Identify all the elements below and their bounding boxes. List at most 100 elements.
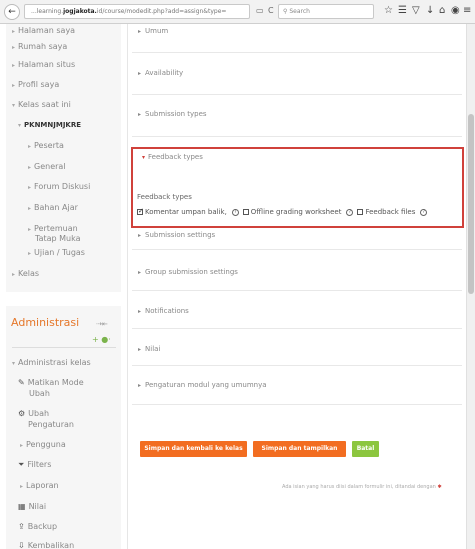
nav-item-ujian-tugas[interactable]: ▸ Ujian / Tugas [28, 248, 85, 257]
feedback-types-highlight: ▾Feedback types Feedback types Komentar … [131, 147, 464, 228]
checkbox-offline-grading[interactable] [242, 209, 249, 215]
url-path: id/course/modedit.php?add=assign&type= [96, 8, 227, 15]
nav-item-halaman-saya[interactable]: ▸ Halaman saya [12, 26, 75, 35]
help-icon[interactable]: ? [346, 208, 354, 216]
star-icon[interactable]: ☆ [384, 5, 393, 16]
refresh-icon[interactable]: C [268, 6, 274, 15]
required-icon: ✱ [437, 484, 442, 490]
admin-item-matikan-mode-2[interactable]: Ubah [29, 389, 50, 398]
section-submission-types[interactable]: ▸ Submission types [138, 110, 207, 118]
address-bar[interactable]: ...learning.jogjakota.id/course/modedit.… [24, 4, 250, 19]
divider [132, 290, 462, 291]
divider [132, 136, 462, 137]
admin-item-backup[interactable]: ⇪ Backup [18, 522, 57, 531]
search-placeholder: Search [289, 8, 310, 15]
chevron-right-icon: ▸ [138, 308, 142, 315]
divider [132, 249, 462, 250]
dock-icon[interactable]: ⇢⇤ [96, 320, 108, 328]
divider [132, 94, 462, 95]
admin-item-pengguna[interactable]: ▸ Pengguna [20, 440, 66, 449]
chevron-right-icon: ▸ [138, 111, 142, 118]
admin-item-nilai[interactable]: ▦ Nilai [18, 502, 46, 511]
nav-item-rumah-saya[interactable]: ▸ Rumah saya [12, 42, 67, 51]
required-note: Ada isian yang harus diisi dalam formuli… [282, 484, 442, 490]
feedback-options-row: Komentar umpan balik, ? Offline grading … [137, 207, 431, 216]
section-feedback-types[interactable]: ▾ Feedback types [142, 153, 203, 161]
pencil-icon: ✎ [18, 378, 25, 387]
help-icon[interactable]: ? [420, 208, 428, 216]
label-feedback-files: Feedback files [365, 208, 416, 216]
url-host: jogjakota. [63, 8, 97, 15]
section-nilai[interactable]: ▸ Nilai [138, 345, 160, 353]
checkbox-feedback-files[interactable] [357, 209, 364, 215]
feedback-types-label: Feedback types [137, 193, 192, 201]
chevron-right-icon: ▸ [138, 70, 142, 77]
extension-icon[interactable]: ◉ [451, 5, 460, 16]
checkbox-komentar[interactable] [137, 207, 144, 215]
admin-item-filters[interactable]: ⏷ Filters [18, 460, 51, 470]
nav-item-halaman-situs[interactable]: ▸ Halaman situs [12, 60, 75, 69]
section-pengaturan-modul[interactable]: ▸ Pengaturan modul yang umumnya [138, 381, 267, 389]
add-block-icon[interactable]: + ●· [92, 335, 111, 344]
admin-item-pengaturan[interactable]: Pengaturan [28, 420, 74, 429]
label-komentar: Komentar umpan balik [145, 208, 225, 216]
divider [132, 404, 462, 405]
restore-icon: ⇩ [18, 541, 25, 549]
download-icon[interactable]: ↓ [426, 5, 434, 16]
url-prefix: ...learning. [31, 8, 64, 15]
chevron-right-icon: ▸ [138, 382, 142, 389]
pocket-icon[interactable]: ▽ [412, 5, 420, 16]
navigation-block: ▸ Halaman saya ▸ Rumah saya ▸ Halaman situs… [6, 24, 121, 292]
nav-item-profil-saya[interactable]: ▸ Profil saya [12, 80, 59, 89]
chevron-down-icon: ▾ [142, 154, 146, 161]
admin-item-kembalikan[interactable]: ⇩ Kembalikan [18, 541, 74, 549]
home-icon[interactable]: ⌂ [439, 5, 445, 16]
admin-item-ubah-pengaturan[interactable]: ⚙ Ubah [18, 409, 49, 418]
help-icon[interactable]: ? [231, 208, 239, 216]
divider [12, 347, 116, 348]
nav-item-pertemuan[interactable]: ▸ Pertemuan [28, 224, 78, 233]
nav-item-kelas-saat-ini[interactable]: ▾ Kelas saat ini [12, 100, 71, 109]
label-offline-grading: Offline grading worksheet [250, 208, 342, 216]
chevron-right-icon: ▸ [138, 346, 142, 353]
filter-icon: ⏷ [18, 460, 25, 469]
upload-icon: ⇪ [18, 522, 25, 531]
section-submission-settings[interactable]: ▸ Submission settings [138, 231, 215, 239]
divider [132, 328, 462, 329]
chevron-right-icon: ▸ [138, 269, 142, 276]
section-availability[interactable]: ▸ Availability [138, 69, 183, 77]
cancel-button[interactable]: Batal [352, 441, 379, 457]
admin-item-laporan[interactable]: ▸ Laporan [20, 481, 59, 490]
nav-item-peserta[interactable]: ▸ Peserta [28, 141, 64, 150]
admin-item-matikan-mode[interactable]: ✎ Matikan Mode [18, 378, 84, 387]
section-group-submission[interactable]: ▸ Group submission settings [138, 268, 238, 276]
save-return-button[interactable]: Simpan dan kembali ke kelas [140, 441, 247, 457]
scrollbar-thumb[interactable] [468, 114, 474, 294]
left-sidebar: ▸ Halaman saya ▸ Rumah saya ▸ Halaman situs… [0, 24, 128, 549]
chevron-right-icon: ▸ [138, 232, 142, 239]
divider [132, 365, 462, 366]
gear-icon: ⚙ [18, 409, 26, 418]
divider [132, 52, 462, 53]
nav-item-tatap-muka[interactable]: Tatap Muka [35, 234, 81, 243]
nav-item-bahan-ajar[interactable]: ▸ Bahan Ajar [28, 203, 78, 212]
menu-icon[interactable]: ≡ [463, 5, 471, 16]
scrollbar[interactable] [466, 24, 475, 549]
administration-block: Administrasi ⇢⇤ + ●· ▾ Administrasi kelas… [6, 306, 121, 549]
reader-icon[interactable]: ▭ [256, 6, 264, 15]
chevron-right-icon: ▸ [138, 28, 142, 35]
back-arrow-icon[interactable]: ← [4, 3, 20, 20]
nav-item-general[interactable]: ▸ General [28, 162, 66, 171]
library-icon[interactable]: ☰ [398, 5, 407, 16]
save-display-button[interactable]: Simpan dan tampilkan [253, 441, 346, 457]
main-content: ▸ Umum ▸ Availability ▸ Submission types ▾ F… [128, 24, 466, 549]
section-umum[interactable]: ▸ Umum [138, 27, 168, 35]
admin-item-administrasi-kelas[interactable]: ▾ Administrasi kelas [12, 358, 91, 367]
admin-title: Administrasi [11, 316, 80, 329]
nav-item-kelas[interactable]: ▸ Kelas [12, 269, 39, 278]
nav-item-forum-diskusi[interactable]: ▸ Forum Diskusi [28, 182, 90, 191]
section-notifications[interactable]: ▸ Notifications [138, 307, 189, 315]
nav-item-course[interactable]: ▾ PKNMNJMJKRE [18, 121, 81, 129]
browser-toolbar: ← ...learning.jogjakota.id/course/modedi… [0, 0, 475, 24]
search-input[interactable]: ⚲ Search [278, 4, 374, 19]
